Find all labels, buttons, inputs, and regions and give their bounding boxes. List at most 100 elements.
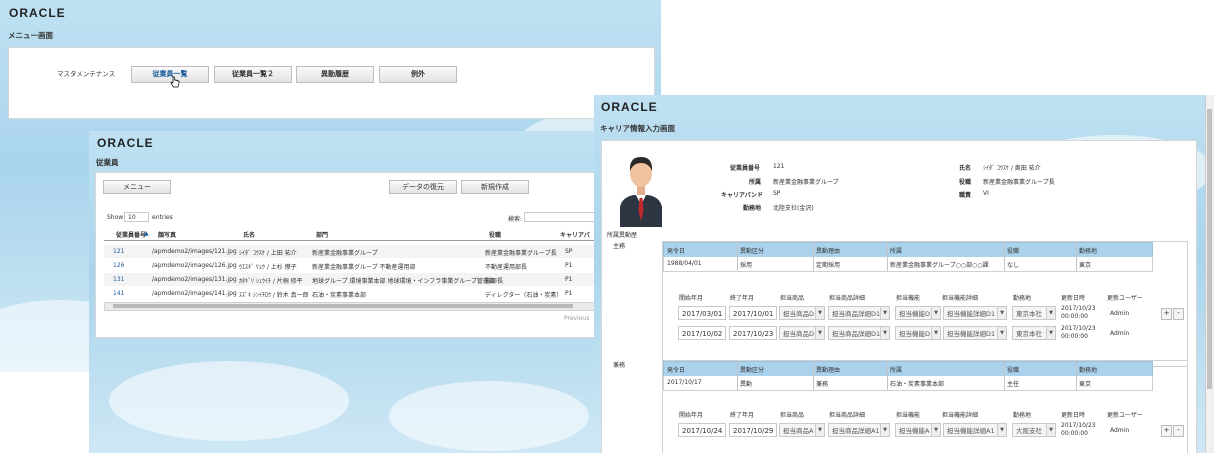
location-select[interactable]: 大阪支社 ▼ [1012,423,1056,437]
table-row[interactable]: 121 /apmdemo2/images/121.jpg ｼｲﾀﾞ ｺｳｽｹ /… [104,245,601,258]
col-title[interactable]: 役職 [489,230,501,239]
location-select[interactable]: 東京本社 ▼ [1012,326,1056,340]
chevron-down-icon: ▼ [997,424,1006,436]
chevron-down-icon: ▼ [880,424,889,436]
product-detail-select[interactable]: 担当商品詳細D1 ▼ [828,326,890,340]
emp-no-label: 従業員番号 [730,165,761,172]
scrollbar-thumb[interactable] [1207,109,1212,389]
transfer-history-button[interactable]: 異動履歴 [296,66,374,83]
vertical-scrollbar[interactable] [1205,95,1214,453]
menu-button[interactable]: メニュー [103,180,171,194]
product-select[interactable]: 担当商品D ▼ [779,326,825,340]
chevron-down-icon: ▼ [815,307,824,319]
product-detail-select[interactable]: 担当商品詳細D1 ▼ [828,306,890,320]
chevron-down-icon: ▼ [1046,307,1055,319]
chevron-down-icon: ▼ [1046,424,1055,436]
restore-data-button[interactable]: データの復元 [389,180,457,194]
start-date-input[interactable]: 2017/10/24 [678,423,726,437]
sub-duty-label: 兼務 [613,362,626,369]
chevron-down-icon: ▼ [1046,327,1055,339]
entries-label: entries [152,214,173,221]
search-label: 検索: [508,216,523,223]
grade-value: VI [983,190,989,197]
name-value: ｼｲﾀﾞ ｺｳｽｹ / 奥田 祐介 [983,165,1041,172]
person-avatar-icon [620,157,662,227]
col-band[interactable]: キャリアバ [560,230,590,239]
function-detail-select[interactable]: 担当機能詳細D1 ▼ [943,306,1007,320]
search-input[interactable] [524,212,601,222]
show-label: Show [107,214,124,221]
start-date-input[interactable]: 2017/03/01 [678,306,726,320]
add-row-button[interactable]: + [1161,425,1172,437]
chevron-down-icon: ▼ [815,424,824,436]
table-header: 発令日 異動区分 異動理由 所属 役職 勤務地 [663,361,1153,377]
location-label: 勤務地 [743,205,762,212]
scrollbar-thumb[interactable] [113,304,573,308]
entries-select[interactable]: 10 [124,212,149,222]
col-photo[interactable]: 顔写真 [158,230,176,239]
table-row[interactable]: 126 /apmdemo2/images/126.jpg ｳｴｽｷﾞ ﾘｮｳ /… [104,259,601,272]
col-name[interactable]: 氏名 [243,230,255,239]
function-select[interactable]: 担当機能D ▼ [895,326,941,340]
oracle-logo: ORACLE [97,136,154,150]
sort-asc-icon: ▲ [144,230,149,237]
main-duty-label: 主務 [613,243,626,250]
product-select[interactable]: 担当商品D ▼ [779,306,825,320]
product-select[interactable]: 担当商品A ▼ [779,423,825,437]
page-title: キャリア情報入力画面 [600,124,675,133]
col-emp-no[interactable]: 従業員番号 [116,230,146,239]
horizontal-scrollbar[interactable] [104,302,601,311]
page-title: 従業員 [96,158,119,167]
create-new-button[interactable]: 新規作成 [461,180,529,194]
remove-row-button[interactable]: - [1173,308,1184,320]
end-date-input[interactable]: 2017/10/23 [729,326,777,340]
career-panel: 従業員番号 121 所属 新産業金融事業グループ キャリアバンド SP 勤務地 … [601,140,1197,453]
table-row[interactable]: 2017/10/17 異動 兼務 石油・炭素事業本部 主任 東京 [663,376,1153,391]
location-value: 北陸支社(金沢) [773,205,814,212]
band-label: キャリアバンド [721,192,764,199]
end-date-input[interactable]: 2017/10/01 [729,306,777,320]
table-row[interactable]: 131 /apmdemo2/images/131.jpg ｶﾀｷﾞﾘ ｼｭｳｲﾁ… [104,273,601,286]
employee-window: ORACLE 従業員 メニュー データの復元 新規作成 Show 10 entr… [89,131,601,453]
chevron-down-icon: ▼ [880,327,889,339]
function-detail-select[interactable]: 担当機能詳細D1 ▼ [943,326,1007,340]
title-value: 新産業金融事業グループ長 [983,179,1055,186]
col-dept[interactable]: 部門 [316,230,328,239]
band-value: SP [773,190,781,197]
chevron-down-icon: ▼ [931,307,940,319]
table-header: 発令日 異動区分 異動理由 所属 役職 勤務地 [663,242,1153,258]
previous-link[interactable]: Previous [564,315,589,322]
employee-panel: メニュー データの復元 新規作成 Show 10 entries 検索: 従業員… [95,172,601,338]
main-history-table: 発令日 異動区分 異動理由 所属 役職 勤務地 1988/04/01 採用 定期… [662,241,1188,367]
oracle-logo: ORACLE [601,100,658,114]
employee-list2-button[interactable]: 従業員一覧２ [214,66,292,83]
end-date-input[interactable]: 2017/10/29 [729,423,777,437]
chevron-down-icon: ▼ [931,327,940,339]
chevron-down-icon: ▼ [997,327,1006,339]
chevron-down-icon: ▼ [815,327,824,339]
hand-cursor-icon [170,76,180,88]
remove-row-button[interactable]: - [1173,425,1184,437]
emp-no-value: 121 [773,163,785,170]
exception-button[interactable]: 例外 [379,66,457,83]
product-detail-select[interactable]: 担当商品詳細A1 ▼ [828,423,890,437]
menu-panel: マスタメンテナンス 従業員一覧 従業員一覧２ 異動履歴 例外 [8,47,655,119]
table-header: 従業員番号 ▲ 顔写真 氏名 部門 役職 キャリアバ [104,227,601,241]
history-label: 所属異動歴 [607,232,638,239]
table-row[interactable]: 141 /apmdemo2/images/141.jpg ｽｽﾞｷ ｼﾝｲﾁﾛｳ… [104,287,601,300]
chevron-down-icon: ▼ [880,307,889,319]
career-window: ORACLE キャリア情報入力画面 従業員番号 121 所属 新産業金融事業グル… [594,95,1214,453]
function-select[interactable]: 担当機能D ▼ [895,306,941,320]
location-select[interactable]: 東京本社 ▼ [1012,306,1056,320]
sub-history-table: 発令日 異動区分 異動理由 所属 役職 勤務地 2017/10/17 異動 兼務… [662,360,1188,453]
grade-label: 職責 [959,192,972,199]
dept-value: 新産業金融事業グループ [773,179,839,186]
section-label: マスタメンテナンス [57,70,116,78]
title-label: 役職 [959,179,972,186]
add-row-button[interactable]: + [1161,308,1172,320]
table-row[interactable]: 1988/04/01 採用 定期採用 新産業金融事業グループ○○部○○課 なし … [663,257,1153,272]
function-detail-select[interactable]: 担当機能詳細A1 ▼ [943,423,1007,437]
start-date-input[interactable]: 2017/10/02 [678,326,726,340]
chevron-down-icon: ▼ [997,307,1006,319]
function-select[interactable]: 担当機能A ▼ [895,423,941,437]
